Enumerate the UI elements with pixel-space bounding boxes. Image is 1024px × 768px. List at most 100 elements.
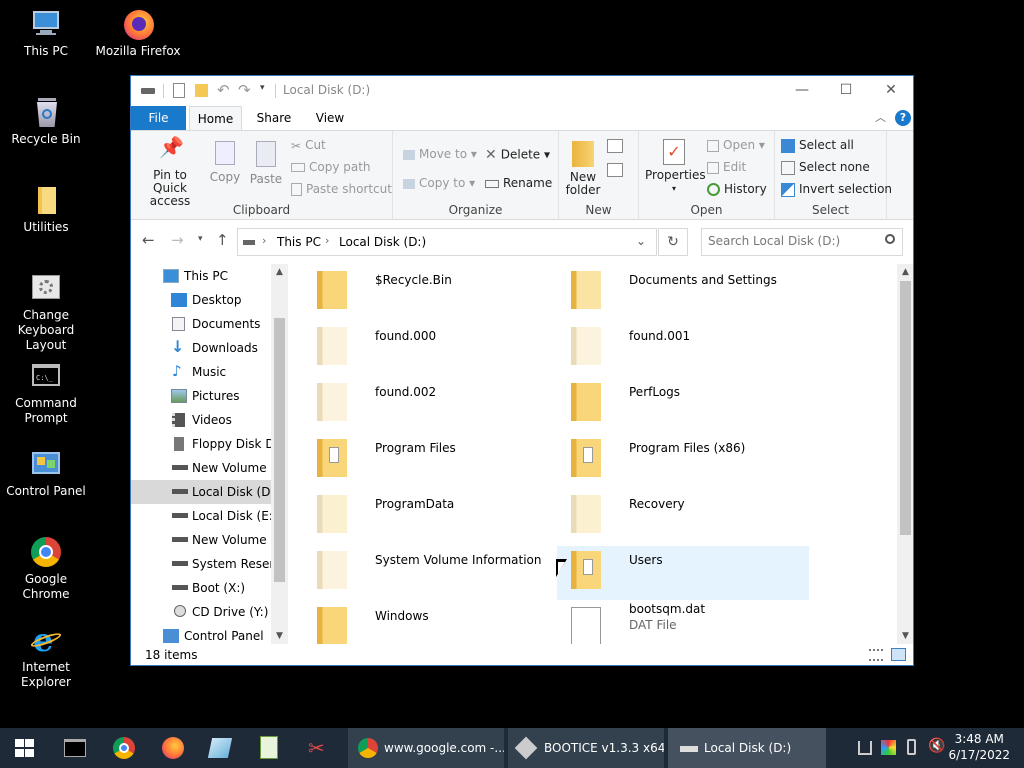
taskbar-command-prompt[interactable] <box>52 728 96 768</box>
new-item-icon[interactable] <box>607 139 623 153</box>
minimize-button[interactable]: — <box>779 76 825 106</box>
new-folder-button[interactable]: New folder <box>563 141 603 197</box>
maximize-button[interactable]: ☐ <box>823 76 869 106</box>
easy-access-icon[interactable] <box>607 163 623 177</box>
desktop-icon-change-keyboard-layout[interactable]: Change Keyboard Layout <box>0 272 92 353</box>
copy-to-button[interactable]: Copy to ▾ <box>403 176 475 190</box>
file-item[interactable]: bootsqm.dat DAT File <box>557 602 807 644</box>
properties-qat-icon[interactable] <box>173 83 185 98</box>
tab-view[interactable]: View <box>303 106 357 130</box>
desktop-icon-firefox[interactable]: Mozilla Firefox <box>92 8 184 59</box>
help-icon[interactable]: ? <box>895 110 911 126</box>
recent-locations-icon[interactable]: ▾ <box>198 234 203 244</box>
folder-item[interactable]: System Volume Information <box>303 546 553 600</box>
tray-clock[interactable]: 3:48 AM 6/17/2022 <box>948 731 1010 763</box>
paste-shortcut-button[interactable]: Paste shortcut <box>291 182 392 196</box>
taskbar-window-bootice[interactable]: BOOTICE v1.3.3 x64... <box>508 728 664 768</box>
scroll-down-icon[interactable]: ▼ <box>897 631 913 641</box>
desktop-icon-utilities[interactable]: Utilities <box>0 184 92 235</box>
cut-button[interactable]: ✂ Cut <box>291 138 326 153</box>
nav-item-music[interactable]: ♪ Music <box>131 360 271 384</box>
qat-dropdown-icon[interactable]: ▾ <box>260 83 265 93</box>
folder-item[interactable]: found.002 <box>303 378 553 432</box>
title-bar[interactable]: ↶ ↷ ▾ Local Disk (D:) — ☐ ✕ <box>131 76 913 106</box>
pin-quick-access-button[interactable]: 📌 Pin to Quick access <box>137 137 203 208</box>
taskbar-window-local-disk[interactable]: Local Disk (D:) <box>668 728 826 768</box>
content-scroll-thumb[interactable] <box>900 281 911 535</box>
copy-button[interactable]: Copy <box>205 141 245 184</box>
address-bar[interactable]: › This PC › Local Disk (D:) ⌄ <box>237 228 657 256</box>
new-folder-qat-icon[interactable] <box>195 84 208 97</box>
desktop-icon-control-panel[interactable]: Control Panel <box>0 448 92 499</box>
nav-item-pictures[interactable]: Pictures <box>131 384 271 408</box>
folder-item[interactable]: Documents and Settings <box>557 266 807 320</box>
desktop-icon-this-pc[interactable]: This PC <box>0 8 92 59</box>
nav-item-documents[interactable]: Documents <box>131 312 271 336</box>
open-button[interactable]: Open ▾ <box>707 138 765 152</box>
redo-icon[interactable]: ↷ <box>238 81 251 99</box>
tray-app-icon[interactable] <box>881 740 896 755</box>
search-input[interactable]: Search Local Disk (D:) <box>701 228 903 256</box>
refresh-button[interactable]: ↻ <box>658 228 688 256</box>
nav-item-this-pc[interactable]: This PC <box>131 264 271 288</box>
folder-item[interactable]: found.001 <box>557 322 807 376</box>
collapse-ribbon-icon[interactable]: ︿ <box>875 109 886 125</box>
breadcrumb-this-pc[interactable]: This PC <box>277 235 321 249</box>
up-icon[interactable]: ↑ <box>216 231 229 249</box>
nav-item-videos[interactable]: Videos <box>131 408 271 432</box>
folder-item[interactable]: found.000 <box>303 322 553 376</box>
folder-item-hovered[interactable]: Users <box>557 546 809 600</box>
tray-usb-icon[interactable] <box>907 739 916 755</box>
rename-button[interactable]: Rename <box>485 176 552 190</box>
folder-item[interactable]: Program Files (x86) <box>557 434 807 488</box>
breadcrumb-local-disk[interactable]: Local Disk (D:) <box>339 235 426 249</box>
delete-button[interactable]: ✕ Delete ▾ <box>485 147 550 163</box>
tab-share[interactable]: Share <box>247 106 301 130</box>
taskbar-window-google[interactable]: www.google.com -... <box>348 728 504 768</box>
taskbar-notepad[interactable] <box>246 728 292 768</box>
select-none-button[interactable]: Select none <box>781 160 870 175</box>
nav-item-new-volume-c[interactable]: New Volume (C <box>131 456 271 480</box>
properties-button[interactable]: ✓ Properties ▾ <box>645 139 706 195</box>
scroll-up-icon[interactable]: ▲ <box>271 267 288 277</box>
nav-item-cd-drive-y[interactable]: CD Drive (Y:) H <box>131 600 271 624</box>
back-icon[interactable]: ← <box>142 231 155 249</box>
tab-home[interactable]: Home <box>189 106 242 131</box>
taskbar-app[interactable] <box>198 728 244 768</box>
nav-item-desktop[interactable]: Desktop <box>131 288 271 312</box>
move-to-button[interactable]: Move to ▾ <box>403 147 477 161</box>
large-icons-view-icon[interactable] <box>891 648 906 661</box>
nav-item-local-disk-e[interactable]: Local Disk (E:) <box>131 504 271 528</box>
tray-network-icon[interactable] <box>858 741 872 755</box>
tab-file[interactable]: File <box>131 106 186 130</box>
nav-item-boot-x[interactable]: Boot (X:) <box>131 576 271 600</box>
desktop-icon-google-chrome[interactable]: Google Chrome <box>0 536 92 602</box>
folder-item[interactable]: PerfLogs <box>557 378 807 432</box>
close-button[interactable]: ✕ <box>868 76 913 106</box>
desktop-icon-internet-explorer[interactable]: e Internet Explorer <box>0 624 92 690</box>
desktop-icon-command-prompt[interactable]: C:\_ Command Prompt <box>0 360 92 426</box>
folder-item[interactable]: $Recycle.Bin <box>303 266 553 320</box>
nav-item-downloads[interactable]: ↓ Downloads <box>131 336 271 360</box>
nav-item-local-disk-d[interactable]: Local Disk (D:) <box>131 480 271 504</box>
taskbar-snipping[interactable]: ✂ <box>296 728 344 768</box>
taskbar-firefox[interactable] <box>150 728 196 768</box>
scroll-up-icon[interactable]: ▲ <box>897 267 913 277</box>
taskbar-chrome[interactable] <box>100 728 146 768</box>
select-all-button[interactable]: Select all <box>781 138 854 153</box>
undo-icon[interactable]: ↶ <box>217 81 230 99</box>
tray-volume-muted-icon[interactable]: 🔇 <box>928 738 945 754</box>
copy-path-button[interactable]: Copy path <box>291 160 371 174</box>
nav-item-new-volume-f[interactable]: New Volume (F <box>131 528 271 552</box>
address-dropdown-icon[interactable]: ⌄ <box>636 234 646 248</box>
nav-item-system-reserved[interactable]: System Reserve <box>131 552 271 576</box>
forward-icon[interactable]: → <box>171 231 184 249</box>
nav-scrollbar[interactable]: ▲ ▼ <box>271 264 288 644</box>
content-scrollbar[interactable]: ▲ ▼ <box>897 264 913 644</box>
invert-selection-button[interactable]: Invert selection <box>781 182 892 197</box>
folder-item[interactable]: ProgramData <box>303 490 553 544</box>
folder-item[interactable]: Windows <box>303 602 553 644</box>
edit-button[interactable]: Edit <box>707 160 746 174</box>
nav-scroll-thumb[interactable] <box>274 318 285 582</box>
scroll-down-icon[interactable]: ▼ <box>271 631 288 641</box>
